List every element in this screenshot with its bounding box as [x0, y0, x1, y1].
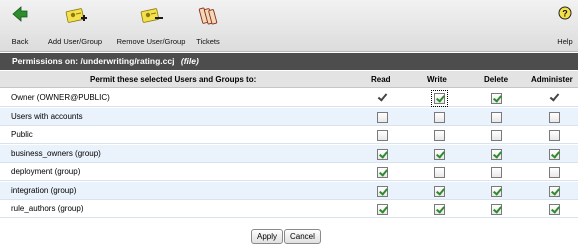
- delete-cell: [491, 130, 502, 141]
- read-checkbox[interactable]: [377, 185, 388, 197]
- read-cell: [377, 204, 388, 215]
- apply-button[interactable]: Apply: [251, 229, 284, 244]
- read-granted-icon: [377, 93, 388, 104]
- toolbar: Back Add User/Group Remove User/Group Ti…: [0, 0, 578, 52]
- table-row: Public: [0, 126, 578, 144]
- read-cell: [377, 111, 388, 123]
- permissions-header: Permissions on: /underwriting/rating.ccj…: [0, 53, 578, 70]
- read-cell: [377, 185, 388, 197]
- write-cell: [434, 185, 445, 197]
- cancel-button[interactable]: Cancel: [284, 229, 321, 244]
- help-label: Help: [557, 37, 573, 46]
- permissions-title: Permissions on: /underwriting/rating.ccj: [12, 56, 175, 66]
- add-user-group-button[interactable]: Add User/Group: [44, 0, 106, 52]
- administer-cell: [549, 130, 560, 141]
- delete-cell: [491, 111, 502, 123]
- file-type-note: (file): [180, 56, 199, 66]
- help-button[interactable]: ? Help: [556, 0, 574, 52]
- read-checkbox[interactable]: [377, 167, 388, 178]
- administer-column-header: Administer: [531, 75, 573, 84]
- permit-column-header: Permit these selected Users and Groups t…: [90, 75, 257, 84]
- svg-text:?: ?: [562, 9, 568, 19]
- write-checkbox[interactable]: [434, 167, 445, 178]
- write-cell: [434, 130, 445, 141]
- administer-cell: [549, 204, 560, 215]
- administer-checkbox[interactable]: [549, 167, 560, 178]
- read-cell: [377, 93, 388, 104]
- delete-cell: [491, 167, 502, 178]
- back-button[interactable]: Back: [8, 0, 32, 52]
- administer-granted-icon: [549, 93, 560, 104]
- administer-cell: [549, 185, 560, 197]
- delete-cell: [491, 148, 502, 160]
- delete-checkbox[interactable]: [491, 167, 502, 178]
- delete-checkbox[interactable]: [491, 185, 502, 197]
- write-checkbox[interactable]: [434, 185, 445, 197]
- table-row: business_owners (group): [0, 144, 578, 163]
- table-header-row: Permit these selected Users and Groups t…: [0, 71, 578, 88]
- remove-user-group-label: Remove User/Group: [116, 37, 186, 46]
- table-row: Owner (OWNER@PUBLIC): [0, 89, 578, 107]
- write-cell: [434, 204, 445, 215]
- delete-checkbox[interactable]: [491, 111, 502, 123]
- administer-checkbox[interactable]: [549, 130, 560, 141]
- tickets-button[interactable]: Tickets: [192, 0, 224, 52]
- write-cell: [434, 167, 445, 178]
- principal-name: business_owners (group): [11, 148, 101, 158]
- write-cell: [434, 148, 445, 160]
- read-checkbox[interactable]: [377, 111, 388, 123]
- principal-name: deployment (group): [11, 167, 81, 176]
- delete-cell: [491, 185, 502, 197]
- delete-checkbox[interactable]: [491, 93, 502, 104]
- administer-cell: [549, 167, 560, 178]
- principal-name: Users with accounts: [11, 111, 83, 121]
- delete-cell: [491, 93, 502, 104]
- add-user-group-label: Add User/Group: [47, 37, 103, 46]
- table-row: rule_authors (group): [0, 200, 578, 218]
- administer-cell: [549, 111, 560, 123]
- delete-checkbox[interactable]: [491, 148, 502, 160]
- write-checkbox[interactable]: [434, 111, 445, 123]
- tickets-label: Tickets: [196, 37, 220, 46]
- principal-name: Public: [11, 130, 33, 139]
- table-row: Users with accounts: [0, 107, 578, 126]
- table-row: integration (group): [0, 181, 578, 200]
- delete-checkbox[interactable]: [491, 130, 502, 141]
- principal-name: integration (group): [11, 185, 77, 195]
- table-row: deployment (group): [0, 163, 578, 181]
- add-user-group-icon: [65, 8, 87, 23]
- write-checkbox[interactable]: [434, 204, 445, 215]
- write-column-header: Write: [427, 75, 447, 84]
- write-checkbox[interactable]: [431, 90, 448, 107]
- principal-name: Owner (OWNER@PUBLIC): [11, 93, 110, 102]
- delete-column-header: Delete: [484, 75, 509, 84]
- read-checkbox[interactable]: [377, 130, 388, 141]
- read-checkbox[interactable]: [377, 148, 388, 160]
- delete-checkbox[interactable]: [491, 204, 502, 215]
- administer-checkbox[interactable]: [549, 148, 560, 160]
- administer-checkbox[interactable]: [549, 185, 560, 197]
- administer-checkbox[interactable]: [549, 111, 560, 123]
- tickets-icon: [198, 7, 218, 25]
- write-checkbox[interactable]: [434, 130, 445, 141]
- remove-user-group-button[interactable]: Remove User/Group: [114, 0, 188, 52]
- write-cell: [434, 111, 445, 123]
- read-cell: [377, 167, 388, 178]
- administer-cell: [549, 148, 560, 160]
- write-checkbox[interactable]: [434, 148, 445, 160]
- delete-cell: [491, 204, 502, 215]
- help-icon: ?: [558, 6, 572, 20]
- remove-user-group-icon: [140, 8, 163, 23]
- administer-checkbox[interactable]: [549, 204, 560, 215]
- read-checkbox[interactable]: [377, 204, 388, 215]
- administer-cell: [549, 93, 560, 104]
- back-arrow-icon: [12, 6, 28, 22]
- read-cell: [377, 148, 388, 160]
- write-cell: [431, 90, 448, 107]
- principal-name: rule_authors (group): [11, 204, 84, 213]
- back-label: Back: [11, 37, 29, 46]
- read-cell: [377, 130, 388, 141]
- read-column-header: Read: [371, 75, 391, 84]
